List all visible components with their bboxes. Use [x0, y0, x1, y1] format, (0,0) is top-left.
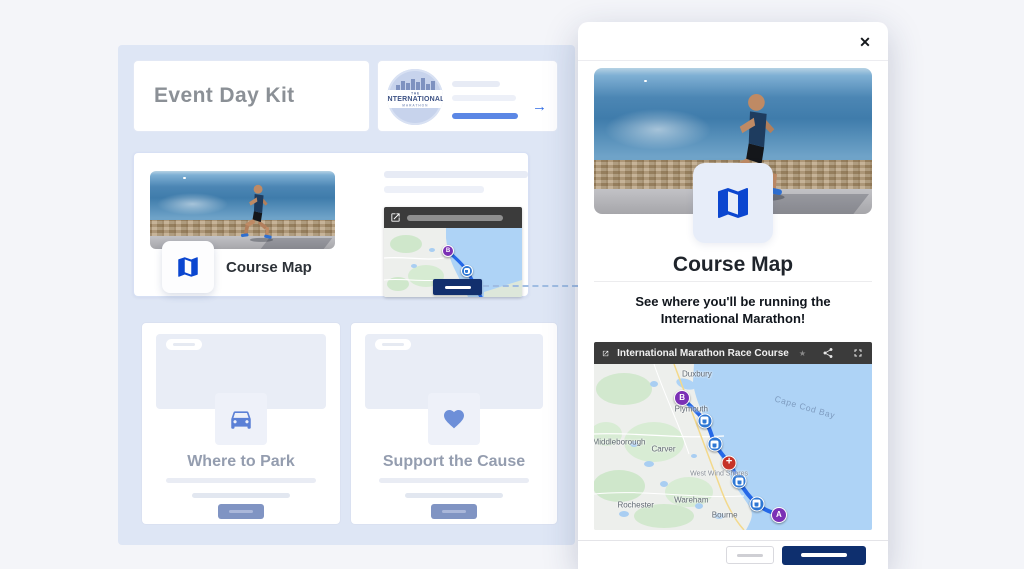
cause-card-title: Support the Cause — [351, 453, 557, 471]
button-label-placeholder — [229, 510, 253, 513]
course-map-modal: ✕ — [578, 22, 888, 569]
secondary-button[interactable] — [726, 546, 774, 564]
view-larger-map-icon[interactable] — [602, 347, 609, 360]
map-marker-water[interactable] — [749, 496, 764, 511]
map-embed-header: International Marathon Race Course ★ — [594, 342, 872, 364]
marathon-logo-card[interactable]: THE INTERNATIONAL MARATHON → — [377, 60, 558, 132]
page-title: Event Day Kit — [154, 84, 295, 108]
cause-card-button[interactable] — [431, 504, 477, 519]
map-embed-title[interactable]: International Marathon Race Course — [617, 348, 789, 359]
map-icon-tile-large — [693, 163, 773, 243]
placeholder-line — [405, 493, 503, 498]
fullscreen-icon[interactable] — [852, 347, 864, 359]
primary-button[interactable] — [782, 546, 866, 565]
heart-icon-tile — [428, 393, 480, 445]
placeholder-line — [384, 186, 484, 193]
sea-spray-graphic — [605, 109, 711, 150]
map-icon — [175, 254, 201, 280]
button-label-placeholder — [737, 554, 763, 557]
divider — [594, 281, 872, 282]
ship-dot — [644, 80, 647, 82]
header-placeholder-lines — [452, 81, 518, 119]
heart-icon — [442, 407, 466, 431]
map-marker-water[interactable] — [461, 265, 473, 277]
modal-description: See where you'll be running the Internat… — [578, 293, 888, 327]
placeholder-line — [452, 95, 516, 101]
mini-map-header — [384, 207, 522, 228]
map-label: West Wind Shores — [690, 470, 748, 477]
support-cause-card: Support the Cause — [350, 322, 558, 525]
logo-text-band: THE INTERNATIONAL MARATHON — [387, 90, 443, 108]
map-marker-finish[interactable]: B — [442, 245, 454, 257]
close-icon[interactable]: ✕ — [854, 31, 876, 53]
screenshot-canvas: Event Day Kit THE INTERNATIONAL MARATHON… — [0, 0, 1024, 569]
modal-header: ✕ — [578, 22, 888, 61]
sea-spray-graphic — [157, 193, 227, 215]
map-marker-water[interactable] — [707, 437, 722, 452]
placeholder-line — [384, 171, 528, 178]
star-icon[interactable]: ★ — [799, 349, 806, 358]
international-marathon-logo: THE INTERNATIONAL MARATHON — [387, 69, 443, 125]
runner-photo — [150, 171, 335, 249]
logo-text-marathon: MARATHON — [402, 103, 428, 107]
button-label-placeholder — [801, 553, 847, 557]
placeholder-line — [407, 215, 503, 221]
map-icon-tile — [162, 241, 214, 293]
map-label: Plymouth — [675, 404, 708, 413]
badge-placeholder — [166, 339, 202, 350]
button-label-placeholder — [445, 286, 471, 289]
button-label-placeholder — [442, 510, 466, 513]
course-map-card: Course Map — [133, 152, 529, 297]
runner-silhouette — [231, 181, 287, 243]
placeholder-line — [192, 493, 290, 498]
placeholder-line — [166, 478, 316, 483]
placeholder-link-line — [452, 113, 518, 119]
map-label: Middleborough — [594, 438, 645, 447]
course-map-label: Course Map — [226, 259, 312, 276]
placeholder-line — [379, 478, 529, 483]
placeholder-line — [452, 81, 500, 87]
park-card-button[interactable] — [218, 504, 264, 519]
map-marker-water[interactable] — [697, 413, 712, 428]
map-label: Carver — [651, 444, 675, 453]
map-icon — [713, 183, 753, 223]
event-kit-panel: Event Day Kit THE INTERNATIONAL MARATHON… — [118, 45, 575, 545]
map-label: Rochester — [617, 501, 653, 510]
modal-footer — [578, 540, 888, 569]
share-icon[interactable] — [822, 347, 834, 359]
skyline-graphic — [393, 77, 437, 91]
car-icon — [228, 406, 254, 432]
logo-text-the: THE — [411, 91, 420, 95]
where-to-park-card: Where to Park — [141, 322, 341, 525]
map-label: Wareham — [674, 496, 708, 505]
badge-placeholder — [375, 339, 411, 350]
park-card-title: Where to Park — [142, 453, 340, 471]
modal-title: Course Map — [578, 253, 888, 277]
view-larger-map-icon[interactable] — [390, 212, 401, 223]
map-marker-medical[interactable]: + — [722, 455, 737, 470]
car-icon-tile — [215, 393, 267, 445]
dashed-connector-line — [483, 285, 578, 287]
map-label: Duxbury — [682, 369, 712, 378]
google-map-embed[interactable]: International Marathon Race Course ★ — [594, 342, 872, 530]
map-marker-start[interactable]: A — [771, 507, 787, 523]
event-kit-title-card: Event Day Kit — [133, 60, 370, 132]
open-course-map-button[interactable] — [433, 279, 482, 295]
arrow-right-icon[interactable]: → — [532, 98, 547, 115]
map-label: Bourne — [712, 511, 738, 520]
logo-text-international: INTERNATIONAL — [387, 96, 443, 103]
map-canvas[interactable]: B+ADuxburyPlymouthMiddleboroughCarverWes… — [594, 364, 872, 530]
